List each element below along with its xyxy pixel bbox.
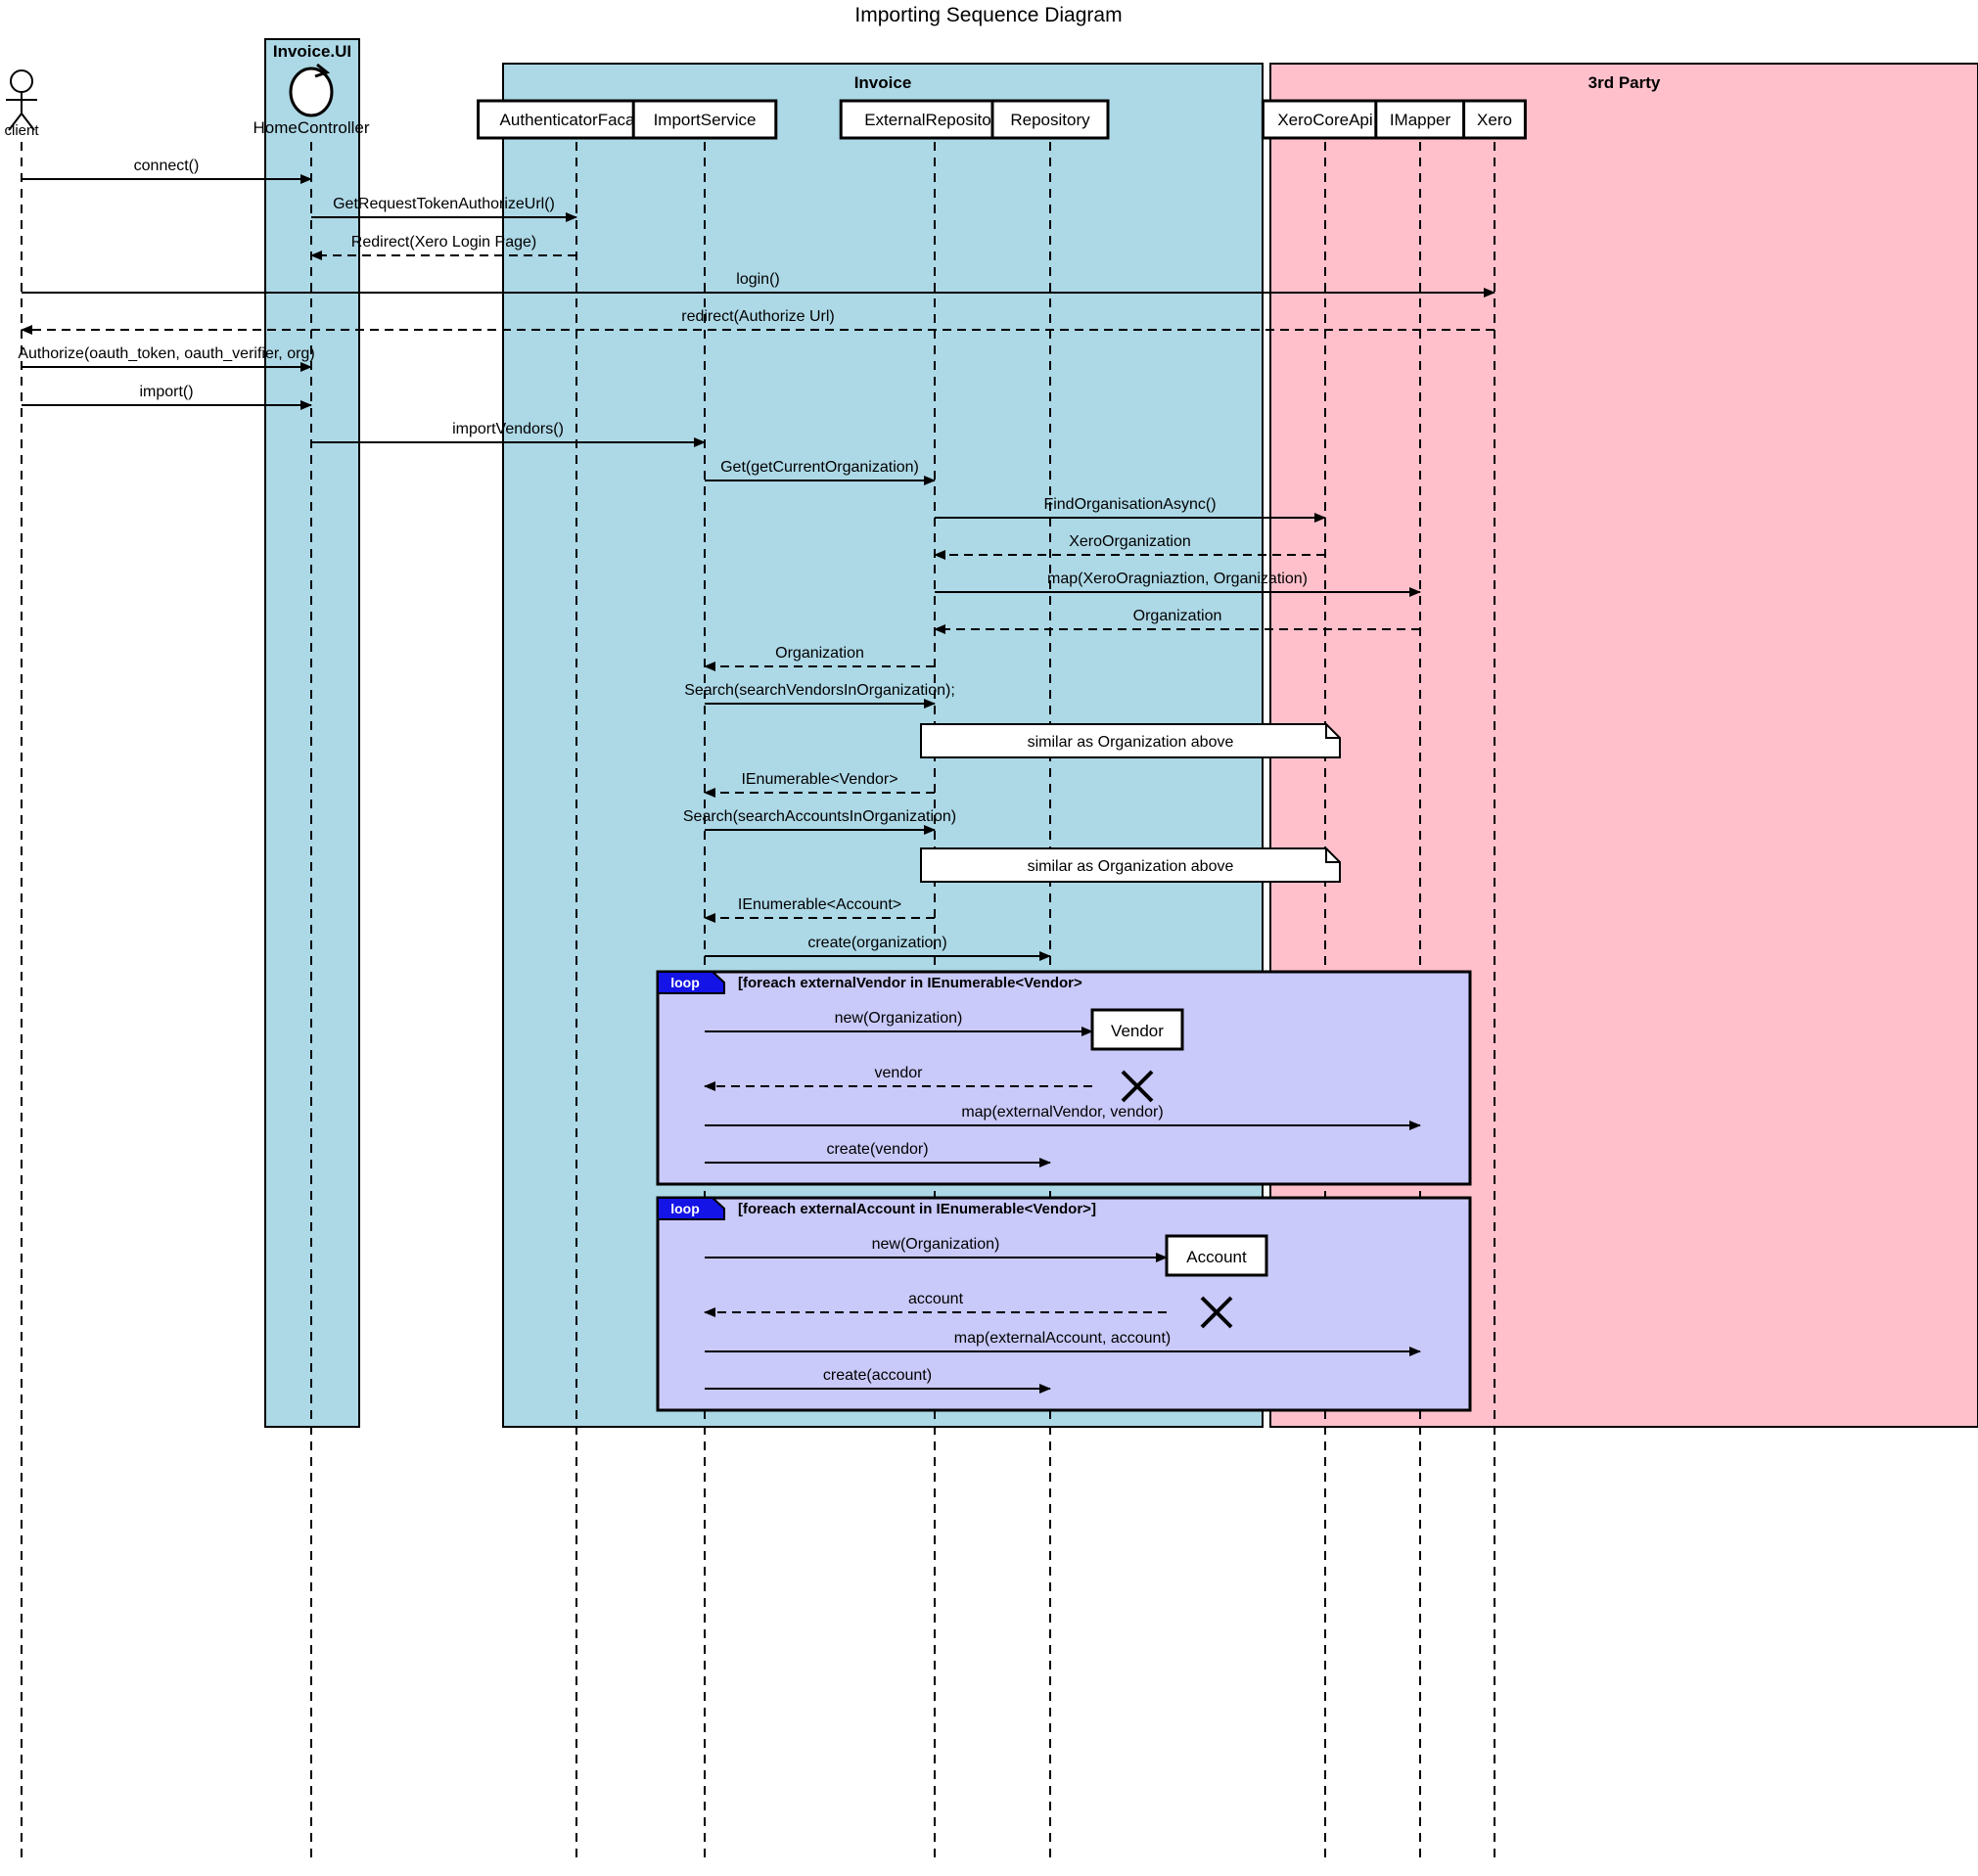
- message-label: create(organization): [807, 935, 946, 951]
- control-circle-icon: [289, 67, 334, 117]
- created-object-label: Vendor: [1111, 1022, 1164, 1040]
- actor-head-icon: [10, 69, 33, 93]
- message-label: login(): [736, 271, 779, 288]
- message-label: Authorize(oauth_token, oauth_verifier, o…: [18, 345, 314, 362]
- message-label: GetRequestTokenAuthorizeUrl(): [333, 196, 555, 212]
- created-object-label: Account: [1186, 1248, 1247, 1266]
- message-label: IEnumerable<Account>: [738, 896, 901, 913]
- note-note2: similar as Organization above: [920, 847, 1341, 883]
- fragment-keyword: loop: [670, 975, 700, 990]
- fragment-keyword: loop: [670, 1201, 700, 1216]
- message-label: FindOrganisationAsync(): [1043, 496, 1216, 513]
- participant-label: Xero: [1477, 111, 1512, 129]
- fragment-guard: [foreach externalVendor in IEnumerable<V…: [738, 975, 1082, 991]
- note-note1: similar as Organization above: [920, 723, 1341, 758]
- message-label: map(externalVendor, vendor): [961, 1104, 1163, 1121]
- note-text: similar as Organization above: [1028, 858, 1234, 875]
- participant-label: ImportService: [654, 111, 757, 129]
- sequence-diagram-canvas: Importing Sequence Diagram Invoice.UI Inv…: [0, 0, 1978, 1876]
- participant-xero[interactable]: Xero: [1462, 99, 1527, 140]
- participant-label: XeroCoreApi: [1277, 111, 1372, 129]
- message-label: Search(searchVendorsInOrganization);: [684, 682, 955, 699]
- message-label: account: [908, 1291, 964, 1307]
- message-label: Search(searchAccountsInOrganization): [683, 808, 956, 825]
- participant-xerocore[interactable]: XeroCoreApi: [1261, 99, 1390, 140]
- message-label: create(vendor): [826, 1141, 928, 1158]
- fragment-guard: [foreach externalAccount in IEnumerable<…: [738, 1201, 1096, 1217]
- message-label: connect(): [134, 158, 200, 174]
- note-text: similar as Organization above: [1028, 734, 1234, 751]
- participant-label: HomeController: [253, 118, 369, 137]
- message-label: XeroOrganization: [1069, 533, 1191, 550]
- message-label: vendor: [875, 1065, 924, 1081]
- fragment-loop_accounts: loop [foreach externalAccount in IEnumera…: [656, 1196, 1472, 1412]
- participant-label: IMapper: [1390, 111, 1451, 129]
- message-label: Get(getCurrentOrganization): [720, 459, 919, 476]
- page-title: Importing Sequence Diagram: [854, 4, 1122, 26]
- actor-label: client: [4, 122, 39, 139]
- message-label: IEnumerable<Vendor>: [741, 771, 897, 788]
- message-label: import(): [139, 384, 193, 400]
- sequence-diagram-svg: Importing Sequence Diagram Invoice.UI Inv…: [4, 4, 1978, 1859]
- message-label: map(externalAccount, account): [954, 1330, 1171, 1347]
- message-label: Organization: [1133, 608, 1222, 624]
- message-label: Organization: [775, 645, 864, 662]
- participant-label: AuthenticatorFacade: [500, 111, 654, 129]
- message-label: new(Organization): [872, 1236, 1000, 1253]
- package-invoice_ui: Invoice.UI: [264, 38, 360, 1428]
- message-label: new(Organization): [835, 1010, 963, 1027]
- participant-label: Repository: [1010, 111, 1090, 129]
- package-title-invoice: Invoice: [854, 73, 912, 92]
- message-label: create(account): [823, 1367, 932, 1384]
- message-label: redirect(Authorize Url): [681, 308, 834, 325]
- package-title-invoice_ui: Invoice.UI: [273, 42, 351, 61]
- participant-imapper[interactable]: IMapper: [1374, 99, 1466, 140]
- participant-import[interactable]: ImportService: [631, 99, 778, 140]
- participant-repo[interactable]: Repository: [990, 99, 1110, 140]
- message-label: Redirect(Xero Login Page): [351, 234, 536, 251]
- participant-client[interactable]: client: [4, 69, 39, 139]
- participant-label: ExternalRepository: [864, 111, 1005, 129]
- package-title-third_party: 3rd Party: [1588, 73, 1661, 92]
- message-label: importVendors(): [452, 421, 564, 437]
- fragment-loop_vendors: loop [foreach externalVendor in IEnumerab…: [656, 970, 1472, 1186]
- message-label: map(XeroOragniaztion, Organization): [1047, 571, 1308, 587]
